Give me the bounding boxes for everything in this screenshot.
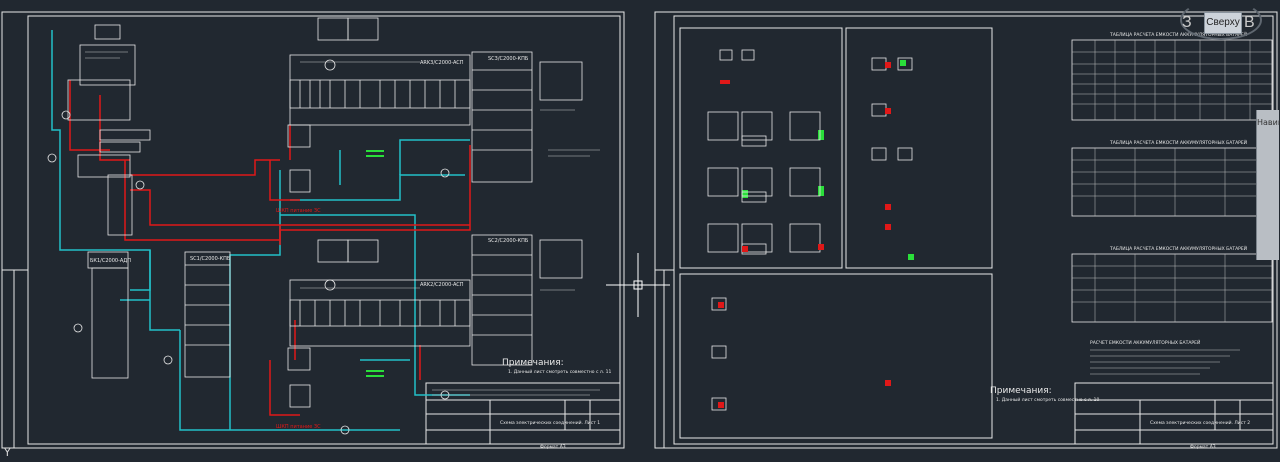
sheet1-format: Формат А3 [540, 444, 566, 450]
sheet1-title-block: Схема электрических соединений. Лист 1 [500, 419, 600, 426]
green-marks [366, 60, 914, 377]
sheet-2-red-marks [718, 62, 891, 408]
red-label-2: ШКП питание ЗС [276, 424, 321, 430]
red-label-1: ШКП питание ЗС [276, 208, 321, 214]
sc1-label: SC1/C2000-КПБ [190, 256, 231, 262]
ark2-label: ARK2/C2000-ACП [420, 282, 464, 288]
sheet1-notes-title: Примечания: [502, 358, 564, 368]
navigation-bar[interactable]: Навигация [1256, 110, 1280, 260]
bk1-label: БК1/C2000-АДП [90, 258, 131, 264]
viewcube[interactable]: З Сверху В [1180, 0, 1262, 40]
crosshair-cursor [606, 253, 670, 317]
sc3-label: SC3/C2000-КПБ [488, 56, 529, 62]
calc-title: РАСЧЕТ ЕМКОСТИ АККУМУЛЯТОРНЫХ БАТАРЕЙ [1090, 339, 1200, 346]
sheet-2-components [707, 39, 1273, 411]
sheet2-note: 1. Данный лист смотреть совместно с л. 1… [996, 396, 1099, 403]
viewcube-east-label[interactable]: В [1244, 14, 1255, 32]
drawing-canvas[interactable]: ARK3/C2000-ACП ARK2/C2000-ACП SC3/C2000-… [0, 0, 1280, 462]
viewcube-west-label[interactable]: З [1182, 14, 1192, 32]
viewcube-top-face[interactable]: Сверху [1204, 12, 1242, 34]
ucs-icon: Y [4, 446, 11, 459]
sheet1-note: 1. Данный лист смотреть совместно с л. 1… [508, 368, 611, 375]
sheet-1-text-lines [85, 51, 600, 396]
sheet2-notes-title: Примечания: [990, 386, 1052, 396]
sheet2-format: Формат А3 [1190, 444, 1216, 450]
sc2-label: SC2/C2000-КПБ [488, 238, 529, 244]
sheet-1-components [47, 17, 583, 435]
navbar-label: Навигация [1257, 118, 1280, 127]
sheet2-title-block: Схема электрических соединений. Лист 2 [1150, 419, 1250, 426]
table-grid-lines [1072, 40, 1272, 375]
ark3-label: ARK3/C2000-ACП [420, 60, 464, 66]
sheet-2 [654, 11, 1278, 449]
table3-title: ТАБЛИЦА РАСЧЕТА ЕМКОСТИ АККУМУЛЯТОРНЫХ Б… [1109, 245, 1247, 252]
table2-title: ТАБЛИЦА РАСЧЕТА ЕМКОСТИ АККУМУЛЯТОРНЫХ Б… [1109, 139, 1247, 146]
